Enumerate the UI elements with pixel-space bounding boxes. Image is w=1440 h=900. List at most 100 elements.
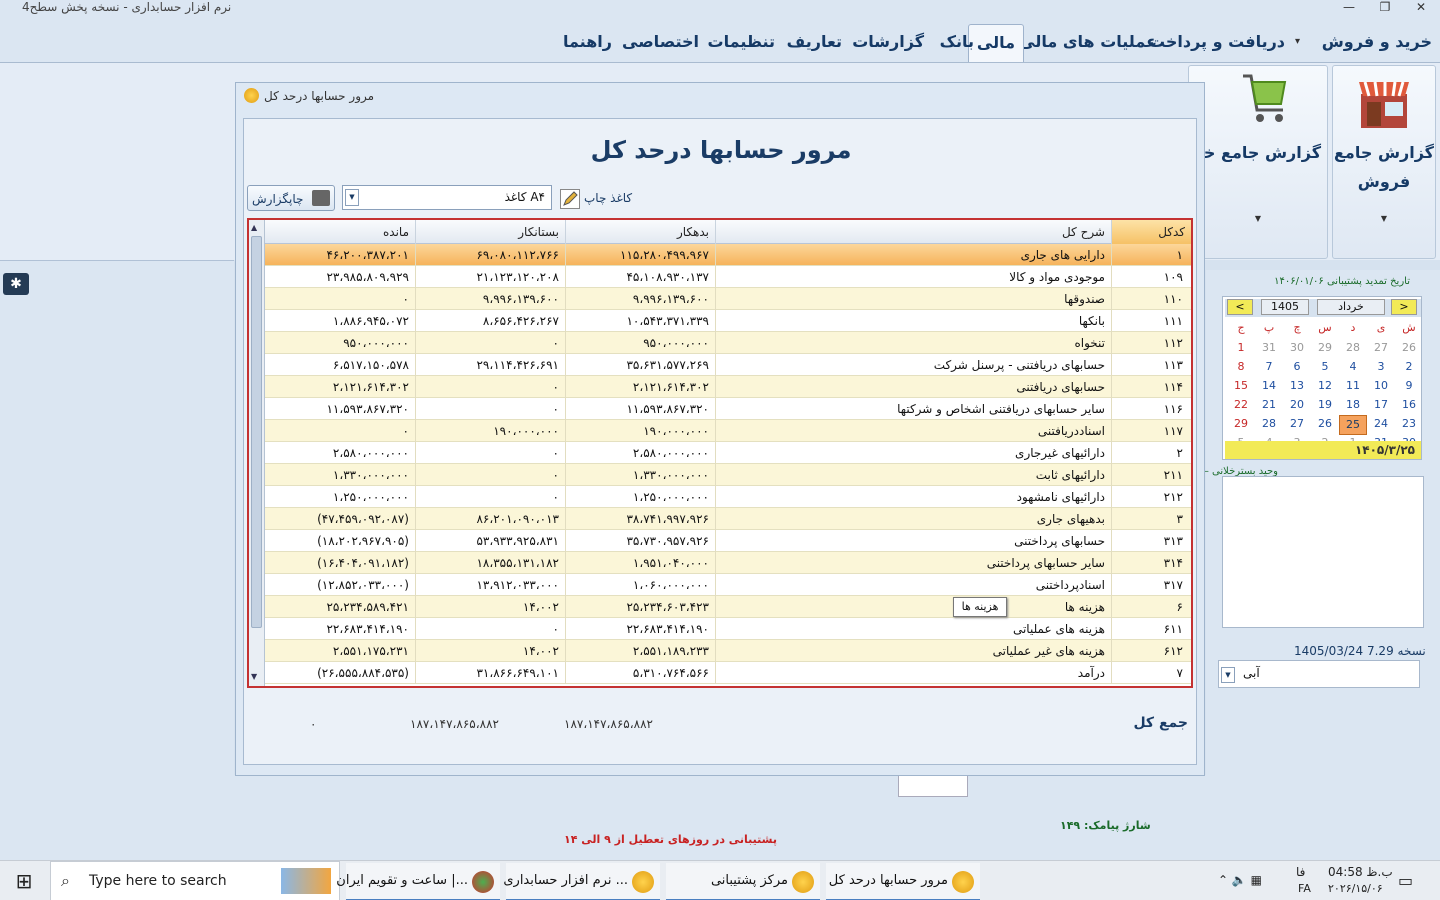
calendar-day[interactable]: 19 — [1311, 396, 1339, 414]
theme-select[interactable]: ▼ آبی — [1218, 660, 1420, 688]
calendar-day[interactable]: 3 — [1367, 358, 1395, 376]
close-window-button[interactable]: ✕ — [1406, 0, 1436, 15]
calendar-day[interactable]: 25 — [1339, 415, 1367, 435]
sales-report-group[interactable]: گزارش جامع فروش ▼ — [1332, 65, 1436, 259]
table-row[interactable]: ۱ دارایی های جاری ۱۱۵،۲۸۰،۴۹۹،۹۶۷ ۶۹،۰۸۰،۱۱… — [265, 244, 1191, 266]
calendar-day[interactable]: 10 — [1367, 377, 1395, 395]
header-code[interactable]: کدکل — [1111, 220, 1191, 244]
table-row[interactable]: ۶ هزینه ها ۲۵،۲۳۴،۶۰۳،۴۲۳ ۱۴،۰۰۲ ۲۵،۲۳۴،۵۸۹،… — [265, 596, 1191, 618]
table-row[interactable]: ۶۱۲ هزینه های غیر عملیاتی ۲،۵۵۱،۱۸۹،۲۳۳ ۱۴،… — [265, 640, 1191, 662]
table-row[interactable]: ۲۱۲ دارائیهای نامشهود ۱،۲۵۰،۰۰۰،۰۰۰ ۰ ۱،۲۵۰،… — [265, 486, 1191, 508]
menu-custom[interactable]: اختصاصی — [622, 31, 699, 53]
taskbar-item-report[interactable]: مرور حسابها درحد کل — [826, 863, 980, 900]
table-row[interactable]: ۱۱۷ اسناددریافتنی ۱۹۰،۰۰۰،۰۰۰ ۱۹۰،۰۰۰،۰۰۰ ۰ — [265, 420, 1191, 442]
calendar-day[interactable]: 13 — [1283, 377, 1311, 395]
calendar-day[interactable]: 15 — [1227, 377, 1255, 395]
table-row[interactable]: ۱۱۳ حسابهای دریافتنی - پرسنل شرکت ۳۵،۶۳۱،۵… — [265, 354, 1191, 376]
taskbar-search[interactable]: ⌕ Type here to search — [50, 861, 340, 900]
calendar-day[interactable]: 16 — [1395, 396, 1423, 414]
grid-scrollbar[interactable]: ▲ ▼ — [249, 220, 265, 686]
taskbar-item-accounting[interactable]: نرم افزار حسابداری ... — [503, 863, 660, 900]
minimize-button[interactable]: — — [1334, 0, 1364, 15]
calendar-day[interactable]: 29 — [1311, 339, 1339, 357]
header-balance[interactable]: مانده — [265, 220, 415, 244]
header-credit[interactable]: بستانکار — [415, 220, 565, 244]
calendar-day[interactable]: 28 — [1255, 415, 1283, 433]
calendar-day[interactable]: 27 — [1367, 339, 1395, 357]
table-row[interactable]: ۳۱۷ اسنادپرداختنی ۱،۰۶۰،۰۰۰،۰۰۰ ۱۳،۹۱۲،۰۳۳،… — [265, 574, 1191, 596]
calendar-day[interactable]: 27 — [1283, 415, 1311, 433]
table-row[interactable]: ۶۱۱ هزینه های عملیاتی ۲۲،۶۸۳،۴۱۴،۱۹۰ ۰ ۲۲،۶۸… — [265, 618, 1191, 640]
calendar-day[interactable]: 23 — [1395, 415, 1423, 433]
print-report-button[interactable]: چاپگزارش — [247, 185, 335, 211]
calendar-day[interactable]: 7 — [1255, 358, 1283, 376]
header-debit[interactable]: بدهکار — [565, 220, 715, 244]
table-row[interactable]: ۱۱۶ سایر حسابهای دریافتنی اشخاص و شرکتها ۱… — [265, 398, 1191, 420]
calendar-day[interactable]: 9 — [1395, 377, 1423, 395]
scroll-down-icon[interactable]: ▼ — [251, 672, 257, 681]
calendar-day[interactable]: 28 — [1339, 339, 1367, 357]
calendar-day[interactable]: 24 — [1367, 415, 1395, 433]
calendar-prev-button[interactable]: < — [1227, 299, 1253, 315]
menu-help[interactable]: راهنما — [563, 31, 612, 53]
calendar-day[interactable]: 18 — [1339, 396, 1367, 414]
calendar-day[interactable]: 20 — [1283, 396, 1311, 414]
menu-dropdown-arrow[interactable]: ▾ — [1295, 31, 1300, 53]
table-row[interactable]: ۱۰۹ موجودی مواد و کالا ۴۵،۱۰۸،۹۳۰،۱۳۷ ۲۱،۱۲… — [265, 266, 1191, 288]
menu-financial-operations[interactable]: عملیات های مالی — [1019, 31, 1157, 53]
clock-time[interactable]: 04:58 ب.ظ — [1328, 865, 1393, 879]
table-row[interactable]: ۲ دارائیهای غیرجاری ۲،۵۸۰،۰۰۰،۰۰۰ ۰ ۲،۵۸۰،۰۰… — [265, 442, 1191, 464]
maximize-button[interactable]: ❐ — [1370, 0, 1400, 15]
calendar-day[interactable]: 26 — [1311, 415, 1339, 433]
table-row[interactable]: ۱۱۰ صندوقها ۹،۹۹۶،۱۳۹،۶۰۰ ۹،۹۹۶،۱۳۹،۶۰۰ ۰ — [265, 288, 1191, 310]
scroll-up-icon[interactable]: ▲ — [251, 223, 257, 232]
calendar-day[interactable]: 17 — [1367, 396, 1395, 414]
accessibility-icon[interactable]: ✱ — [3, 273, 29, 295]
clock-date[interactable]: ۲۰۲۶/۱۵/۰۶ — [1328, 882, 1383, 895]
paper-select[interactable]: ▼ کاغذ A۴ — [342, 185, 552, 210]
calendar-day[interactable]: 2 — [1395, 358, 1423, 376]
calendar-day[interactable]: 11 — [1339, 377, 1367, 395]
calendar-month[interactable]: خرداد — [1317, 299, 1385, 315]
calendar-day[interactable]: 31 — [1255, 339, 1283, 357]
table-row[interactable]: ۲۱۱ دارائیهای ثابت ۱،۳۳۰،۰۰۰،۰۰۰ ۰ ۱،۳۳۰،۰۰۰… — [265, 464, 1191, 486]
dropdown-arrow-icon[interactable]: ▼ — [1189, 214, 1327, 223]
calendar-day[interactable]: 29 — [1227, 415, 1255, 433]
purchase-report-group[interactable]: گزارش جامع خرید ▼ — [1179, 65, 1328, 259]
notification-icon[interactable]: ▭ — [1398, 871, 1413, 890]
menu-settings[interactable]: تنظیمات — [708, 31, 775, 53]
menu-sales-purchase[interactable]: خرید و فروش — [1322, 31, 1432, 53]
menu-definitions[interactable]: تعاریف — [787, 31, 842, 53]
input-language-2[interactable]: FA — [1298, 882, 1311, 895]
header-description[interactable]: شرح کل — [715, 220, 1111, 244]
calendar-year[interactable]: 1405 — [1261, 299, 1309, 315]
table-row[interactable]: ۱۱۴ حسابهای دریافتنی ۲،۱۲۱،۶۱۴،۳۰۲ ۰ ۲،۱۲۱،۶… — [265, 376, 1191, 398]
calendar-next-button[interactable]: > — [1391, 299, 1417, 315]
menu-receive-pay[interactable]: دریافت و پرداخت — [1149, 31, 1285, 53]
menu-financial[interactable]: مالی — [967, 24, 1024, 62]
table-row[interactable]: ۱۱۱ بانکها ۱۰،۵۴۳،۳۷۱،۳۳۹ ۸،۶۵۶،۴۲۶،۲۶۷ ۱،۸۸… — [265, 310, 1191, 332]
menu-bank[interactable]: بانک — [940, 31, 974, 53]
calendar-day[interactable]: 1 — [1227, 339, 1255, 357]
dropdown-arrow-icon[interactable]: ▼ — [1333, 214, 1435, 223]
table-row[interactable]: ۳ بدهیهای جاری ۳۸،۷۴۱،۹۹۷،۹۲۶ ۸۶،۲۰۱،۰۹۰،۰۱… — [265, 508, 1191, 530]
dropdown-arrow-icon[interactable]: ▼ — [345, 189, 359, 206]
edit-paper-icon[interactable] — [560, 189, 580, 209]
calendar-day[interactable]: 22 — [1227, 396, 1255, 414]
calendar-day[interactable]: 6 — [1283, 358, 1311, 376]
windows-start-icon[interactable]: ⊞ — [0, 861, 48, 900]
scrollbar-thumb[interactable] — [251, 236, 262, 628]
calendar-day[interactable]: 4 — [1339, 358, 1367, 376]
calendar-day[interactable]: 26 — [1395, 339, 1423, 357]
table-row[interactable]: ۷ درآمد ۵،۳۱۰،۷۶۴،۵۶۶ ۳۱،۸۶۶،۶۴۹،۱۰۱ (۲۶،۵۵۵… — [265, 662, 1191, 684]
accounts-grid[interactable]: ▲ ▼ کدکل شرح کل بدهکار بستانکار مانده ۱د… — [247, 218, 1193, 688]
taskbar-item-support[interactable]: مرکز پشتیبانی — [666, 863, 820, 900]
calendar-day[interactable]: 8 — [1227, 358, 1255, 376]
table-row[interactable]: ۳۱۴ سایر حسابهای پرداختنی ۱،۹۵۱،۰۴۰،۰۰۰ ۱۸،… — [265, 552, 1191, 574]
calendar-day[interactable]: 14 — [1255, 377, 1283, 395]
calendar-day[interactable]: 21 — [1255, 396, 1283, 414]
dropdown-arrow-icon[interactable]: ▼ — [1221, 667, 1235, 683]
calendar-day[interactable]: 30 — [1283, 339, 1311, 357]
taskbar-item-calendar[interactable]: ساعت و تقویم ایران |... — [336, 863, 500, 900]
calendar-day[interactable]: 12 — [1311, 377, 1339, 395]
